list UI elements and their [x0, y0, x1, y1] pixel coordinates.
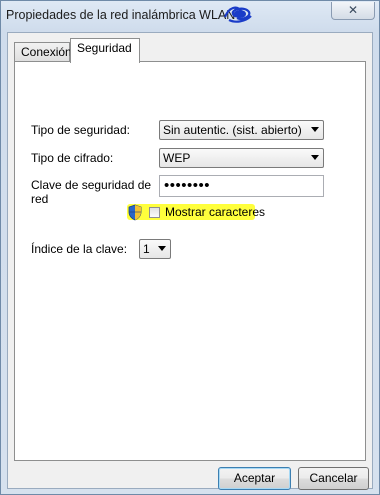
- security-type-label: Tipo de seguridad:: [31, 123, 130, 137]
- chevron-down-icon: [158, 246, 166, 251]
- security-key-value: ••••••••: [164, 177, 211, 194]
- security-key-input[interactable]: ••••••••: [159, 175, 324, 197]
- security-tab-page: Tipo de seguridad: Sin autentic. (sist. …: [14, 61, 366, 461]
- scribble-annotation-icon: [223, 6, 252, 23]
- key-index-value: 1: [143, 242, 150, 256]
- security-key-label-line2: red: [31, 192, 49, 206]
- show-characters-checkbox[interactable]: [149, 207, 160, 218]
- key-index-label: Índice de la clave:: [31, 242, 128, 256]
- security-type-value: Sin autentic. (sist. abierto): [163, 123, 302, 137]
- cipher-type-label: Tipo de cifrado:: [31, 151, 114, 165]
- chevron-down-icon: [311, 155, 319, 160]
- security-key-label-line1: Clave de seguridad de: [31, 178, 152, 192]
- close-icon: ✕: [347, 3, 359, 17]
- cancel-button[interactable]: Cancelar: [298, 467, 369, 490]
- title-bar[interactable]: Propiedades de la red inalámbrica WLAN ✕: [1, 1, 379, 31]
- tab-conexion[interactable]: Conexión: [14, 42, 72, 62]
- window-title: Propiedades de la red inalámbrica WLAN: [6, 8, 236, 22]
- uac-shield-icon: [128, 204, 142, 221]
- cipher-type-select[interactable]: WEP: [159, 148, 324, 168]
- key-index-select[interactable]: 1: [139, 239, 171, 259]
- wireless-properties-dialog: Propiedades de la red inalámbrica WLAN ✕…: [0, 0, 380, 495]
- close-button[interactable]: ✕: [331, 2, 375, 20]
- show-characters-label[interactable]: Mostrar caracteres: [165, 205, 265, 219]
- chevron-down-icon: [311, 127, 319, 132]
- security-type-select[interactable]: Sin autentic. (sist. abierto): [159, 120, 324, 140]
- dialog-client-area: Conexión Seguridad Tipo de seguridad: Si…: [7, 32, 373, 490]
- cipher-type-value: WEP: [163, 151, 191, 165]
- tab-seguridad[interactable]: Seguridad: [70, 38, 140, 63]
- accept-button[interactable]: Aceptar: [218, 467, 291, 490]
